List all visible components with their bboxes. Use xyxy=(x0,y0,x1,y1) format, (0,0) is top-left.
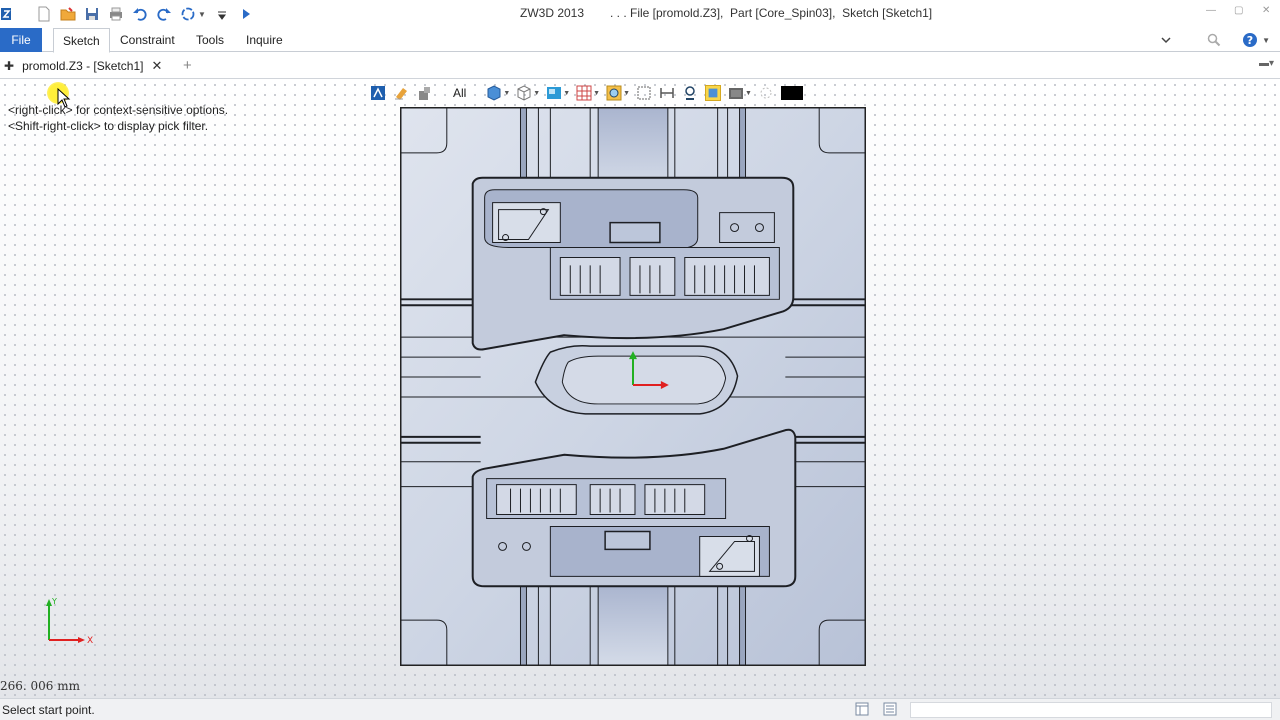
zoom-window-icon[interactable] xyxy=(636,85,652,101)
minimize-icon[interactable]: — xyxy=(1206,6,1216,16)
add-tab-icon[interactable]: + xyxy=(183,57,192,74)
title-bar: ▼ ZW3D 2013 . . . File [promold.Z3], Par… xyxy=(0,0,1280,28)
grid-dropdown-icon[interactable]: ▼ xyxy=(593,90,600,97)
maximize-icon[interactable]: ▢ xyxy=(1234,6,1244,16)
ribbon-menu-bar: File Sketch Constraint Tools Inquire ? ▼ xyxy=(0,28,1280,53)
ribbon-collapse-icon[interactable] xyxy=(1160,34,1172,46)
search-icon[interactable] xyxy=(1206,32,1222,48)
help-icon[interactable]: ? xyxy=(1242,32,1258,48)
help-dropdown-icon[interactable]: ▼ xyxy=(1262,36,1270,45)
close-window-icon[interactable]: ✕ xyxy=(1262,6,1272,16)
app-title: ZW3D 2013 xyxy=(520,6,585,20)
shaded-view-icon[interactable] xyxy=(486,85,502,101)
message-panel-icon[interactable] xyxy=(883,702,897,716)
inquire-icon[interactable] xyxy=(682,85,698,101)
render-dropdown-icon[interactable]: ▼ xyxy=(745,90,752,97)
grid-icon[interactable] xyxy=(576,85,592,101)
wireframe-view-icon[interactable] xyxy=(516,85,532,101)
mouse-cursor-icon xyxy=(57,88,71,108)
coordinate-readout: 266. 006 mm xyxy=(0,679,81,693)
tab-list-icon[interactable]: ▬▾ xyxy=(1259,58,1274,69)
shaded-dropdown-icon[interactable]: ▼ xyxy=(503,90,510,97)
pick-filter-icon[interactable] xyxy=(416,85,432,101)
sketch-filter-icon[interactable] xyxy=(370,85,386,101)
print-icon[interactable] xyxy=(108,6,124,22)
qat-dropdown-icon[interactable]: ▼ xyxy=(198,10,206,19)
status-prompt: Select start point. xyxy=(2,703,95,717)
qat-customize-icon[interactable] xyxy=(214,6,230,22)
document-tab-bar: ✚ promold.Z3 - [Sketch1] ✕ + ▬▾ xyxy=(0,53,1280,79)
zoom-all-icon[interactable] xyxy=(606,85,622,101)
orientation-dropdown-icon[interactable]: ▼ xyxy=(563,90,570,97)
zoom-dropdown-icon[interactable]: ▼ xyxy=(623,90,630,97)
svg-text:?: ? xyxy=(1247,34,1253,47)
axis-x-label: X xyxy=(87,636,93,646)
tab-constraint[interactable]: Constraint xyxy=(111,28,184,53)
render-mode-icon[interactable] xyxy=(728,85,744,101)
model-geometry xyxy=(401,108,865,665)
quick-access-toolbar: ▼ xyxy=(0,4,262,24)
world-axis-triad: X Y xyxy=(46,597,93,646)
lighting-icon[interactable] xyxy=(758,85,774,101)
document-tab-label: promold.Z3 - [Sketch1] xyxy=(22,59,144,73)
layer-manager-icon[interactable] xyxy=(705,85,722,101)
history-panel-icon[interactable] xyxy=(855,702,869,716)
axis-y-label: Y xyxy=(51,597,57,606)
open-folder-icon[interactable] xyxy=(60,6,76,22)
eraser-icon[interactable] xyxy=(393,85,409,101)
graphics-viewport[interactable]: <right-click> for context-sensitive opti… xyxy=(0,80,1280,698)
tab-inquire[interactable]: Inquire xyxy=(237,28,292,53)
ribbon-right-controls: ? ▼ xyxy=(1160,32,1270,48)
new-file-icon[interactable] xyxy=(36,6,52,22)
tab-sketch[interactable]: Sketch xyxy=(53,28,110,53)
command-input-field[interactable] xyxy=(910,702,1272,718)
pin-icon[interactable]: ✚ xyxy=(4,59,14,73)
status-icons xyxy=(855,702,897,716)
regen-icon[interactable] xyxy=(180,6,196,22)
status-bar: Select start point. xyxy=(0,698,1280,720)
menu-file[interactable]: File xyxy=(0,28,42,52)
hint-right-click: <right-click> for context-sensitive opti… xyxy=(8,103,229,117)
window-controls: — ▢ ✕ xyxy=(1206,6,1272,16)
app-logo-icon[interactable] xyxy=(0,6,16,22)
background-color-swatch[interactable] xyxy=(780,86,803,100)
view-toolbar: All ▼ ▼ ▼ ▼ ▼ ▼ xyxy=(370,83,803,103)
close-tab-icon[interactable]: ✕ xyxy=(151,58,162,74)
measure-icon[interactable] xyxy=(659,85,675,101)
view-orientation-icon[interactable] xyxy=(546,85,562,101)
cad-model-canvas[interactable] xyxy=(400,107,866,666)
run-icon[interactable] xyxy=(238,6,254,22)
redo-icon[interactable] xyxy=(156,6,172,22)
hint-shift-right-click: <Shift-right-click> to display pick filt… xyxy=(8,119,209,133)
tab-tools[interactable]: Tools xyxy=(187,28,233,53)
wireframe-dropdown-icon[interactable]: ▼ xyxy=(533,90,540,97)
undo-icon[interactable] xyxy=(132,6,148,22)
save-icon[interactable] xyxy=(84,6,100,22)
document-title: . . . File [promold.Z3], Part [Core_Spin… xyxy=(610,6,933,20)
pick-filter-all[interactable]: All xyxy=(453,86,466,100)
document-tab[interactable]: ✚ promold.Z3 - [Sketch1] ✕ xyxy=(4,55,162,77)
